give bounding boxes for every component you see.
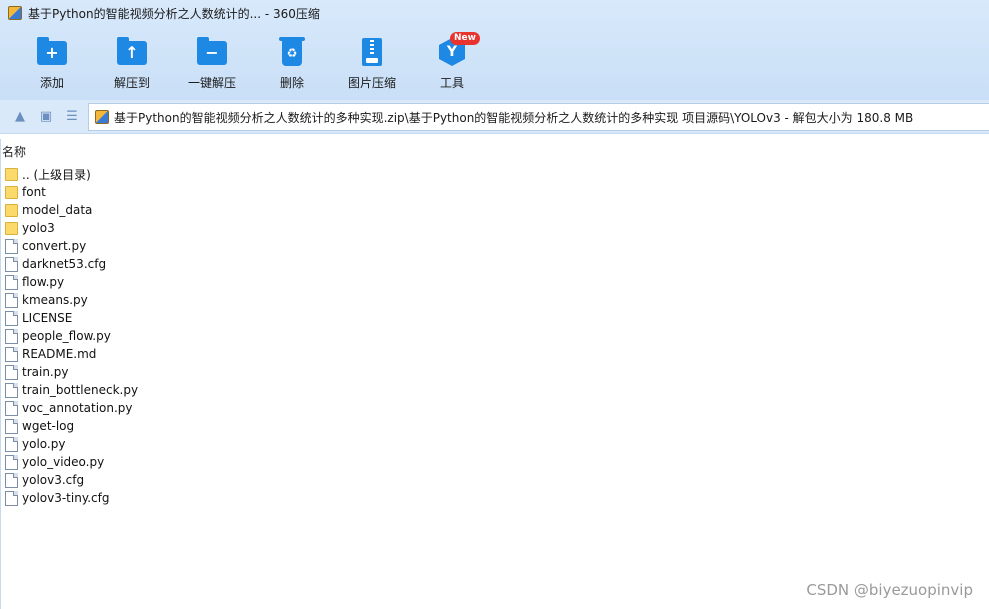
file-icon — [5, 364, 18, 380]
list-item[interactable]: convert.py — [5, 237, 405, 255]
delete-button[interactable]: ♻ 删除 — [252, 30, 332, 96]
list-item[interactable]: model_data — [5, 201, 405, 219]
folder-icon — [5, 186, 18, 199]
list-item-name: kmeans.py — [22, 293, 88, 307]
list-item[interactable]: people_flow.py — [5, 327, 405, 345]
app-logo-icon — [8, 6, 22, 20]
thumbnail-view-icon[interactable]: ▣ — [38, 109, 54, 125]
list-item[interactable]: yolo_video.py — [5, 453, 405, 471]
file-icon — [5, 454, 18, 470]
one-click-extract-label: 一键解压 — [187, 76, 236, 90]
list-item[interactable]: font — [5, 183, 405, 201]
list-item[interactable]: train.py — [5, 363, 405, 381]
list-item[interactable]: voc_annotation.py — [5, 399, 405, 417]
zip-file-icon — [356, 36, 388, 68]
file-icon — [5, 238, 18, 254]
trash-icon: ♻ — [276, 36, 308, 68]
list-view-icon[interactable]: ☰ — [64, 109, 80, 125]
list-item[interactable]: kmeans.py — [5, 291, 405, 309]
address-path: 基于Python的智能视频分析之人数统计的多种实现.zip\基于Python的智… — [114, 110, 914, 125]
one-click-extract-icon: − — [196, 36, 228, 68]
list-item[interactable]: yolo3 — [5, 219, 405, 237]
toolbar: + 添加 ↑ 解压到 − 一键解压 ♻ 删除 图片压缩 Y New 工具 — [0, 30, 989, 96]
tools-icon: Y New — [436, 32, 480, 68]
extract-to-button[interactable]: ↑ 解压到 — [92, 30, 172, 96]
list-item-name: .. (上级目录) — [22, 167, 91, 182]
list-item-name: yolo3 — [22, 221, 55, 235]
list-item[interactable]: flow.py — [5, 273, 405, 291]
list-item-name: convert.py — [22, 239, 87, 253]
add-icon: + — [36, 36, 68, 68]
list-item[interactable]: yolov3-tiny.cfg — [5, 489, 405, 507]
list-item[interactable]: yolo.py — [5, 435, 405, 453]
extract-to-label: 解压到 — [113, 76, 150, 90]
new-badge: New — [450, 32, 480, 45]
list-item-name: yolo.py — [22, 437, 66, 451]
title-bar: 基于Python的智能视频分析之人数统计的... - 360压缩 — [0, 0, 989, 26]
list-item-name: darknet53.cfg — [22, 257, 107, 271]
list-item-name: voc_annotation.py — [22, 401, 133, 415]
list-item[interactable]: darknet53.cfg — [5, 255, 405, 273]
file-list: 名称 .. (上级目录) font model_data yolo3 convert.p… — [0, 139, 989, 609]
image-compress-button[interactable]: 图片压缩 — [332, 30, 412, 96]
file-icon — [5, 310, 18, 326]
list-item[interactable]: README.md — [5, 345, 405, 363]
file-icon — [5, 436, 18, 452]
add-label: 添加 — [39, 76, 64, 90]
file-icon — [5, 346, 18, 362]
folder-icon — [5, 204, 18, 217]
list-item-name: font — [22, 185, 46, 199]
file-icon — [5, 292, 18, 308]
watermark: CSDN @biyezuopinvip — [806, 581, 973, 599]
file-icon — [5, 418, 18, 434]
list-item-name: yolov3-tiny.cfg — [22, 491, 110, 505]
list-item-name: model_data — [22, 203, 93, 217]
column-header-name[interactable]: 名称 — [2, 143, 26, 160]
list-item-name: README.md — [22, 347, 97, 361]
file-icon — [5, 400, 18, 416]
archive-icon — [95, 110, 109, 124]
add-button[interactable]: + 添加 — [12, 30, 92, 96]
list-item[interactable]: train_bottleneck.py — [5, 381, 405, 399]
list-item[interactable]: .. (上级目录) — [5, 165, 405, 183]
list-item-name: LICENSE — [22, 311, 73, 325]
one-click-extract-button[interactable]: − 一键解压 — [172, 30, 252, 96]
file-icon — [5, 382, 18, 398]
list-item[interactable]: LICENSE — [5, 309, 405, 327]
list-item-name: yolov3.cfg — [22, 473, 85, 487]
app-window: 基于Python的智能视频分析之人数统计的... - 360压缩 + 添加 ↑ … — [0, 0, 989, 609]
file-icon — [5, 490, 18, 506]
tools-button[interactable]: Y New 工具 — [412, 30, 492, 96]
file-icon — [5, 328, 18, 344]
file-rows: .. (上级目录) font model_data yolo3 convert.py da… — [5, 165, 405, 507]
folder-icon — [5, 222, 18, 235]
window-title: 基于Python的智能视频分析之人数统计的... - 360压缩 — [28, 6, 320, 21]
tools-label: 工具 — [439, 76, 464, 90]
list-item-name: train_bottleneck.py — [22, 383, 139, 397]
list-item-name: people_flow.py — [22, 329, 111, 343]
file-icon — [5, 256, 18, 272]
file-icon — [5, 274, 18, 290]
list-item-name: wget-log — [22, 419, 75, 433]
extract-to-icon: ↑ — [116, 36, 148, 68]
header-area: 基于Python的智能视频分析之人数统计的... - 360压缩 + 添加 ↑ … — [0, 0, 989, 100]
list-item[interactable]: wget-log — [5, 417, 405, 435]
list-item-name: train.py — [22, 365, 69, 379]
delete-label: 删除 — [279, 76, 304, 90]
list-item-name: yolo_video.py — [22, 455, 105, 469]
list-item[interactable]: yolov3.cfg — [5, 471, 405, 489]
image-compress-label: 图片压缩 — [347, 76, 396, 90]
folder-icon — [5, 168, 18, 181]
list-item-name: flow.py — [22, 275, 65, 289]
up-level-icon[interactable]: ▲ — [12, 109, 28, 125]
address-bar[interactable]: 基于Python的智能视频分析之人数统计的多种实现.zip\基于Python的智… — [88, 103, 989, 131]
file-icon — [5, 472, 18, 488]
address-bar-row: ▲ ▣ ☰ 基于Python的智能视频分析之人数统计的多种实现.zip\基于Py… — [0, 100, 989, 134]
